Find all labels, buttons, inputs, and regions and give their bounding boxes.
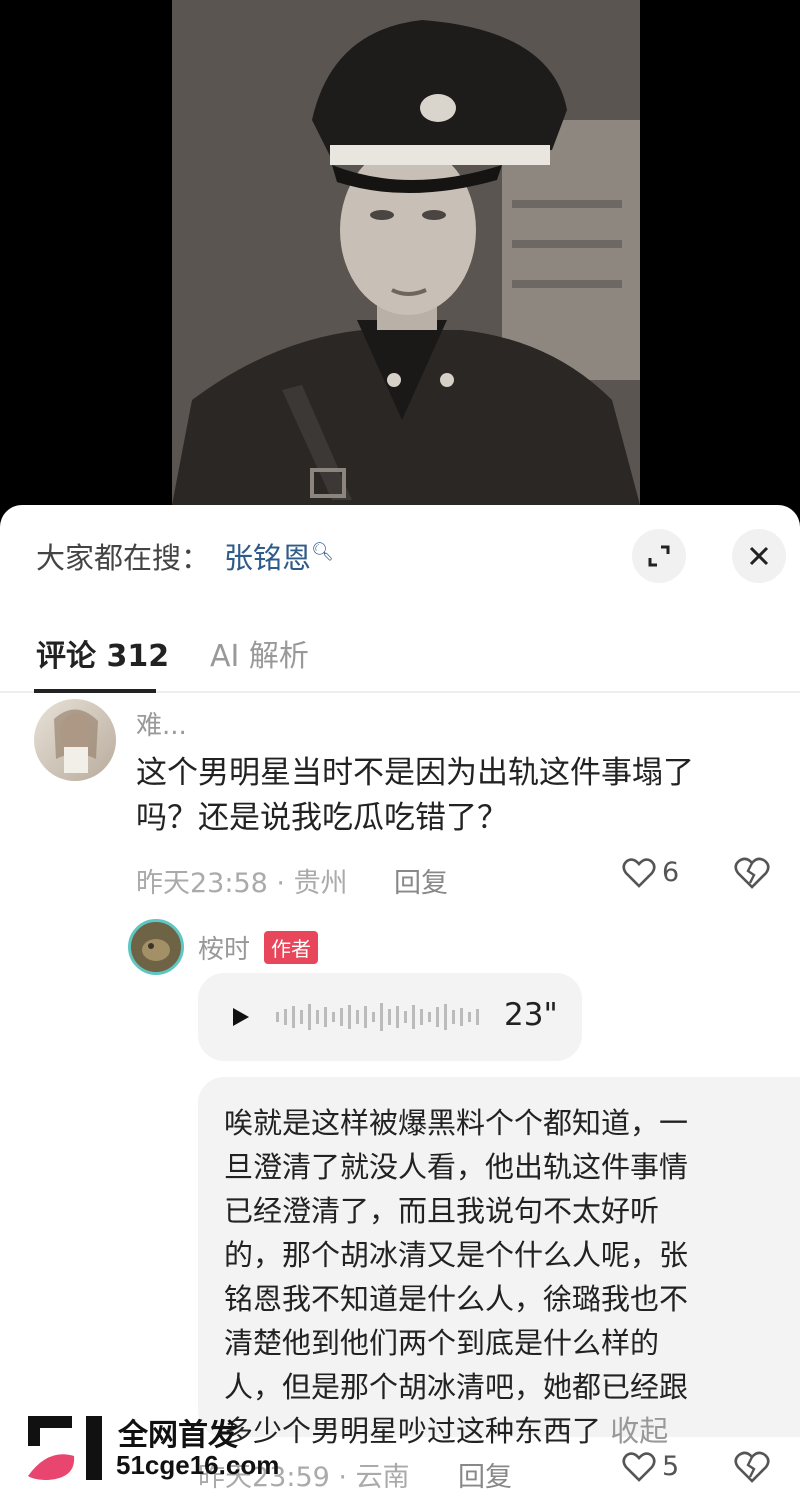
reply-avatar[interactable] [128,919,184,975]
heart-icon [622,1451,656,1482]
comment-text-line: 吗？还是说我吃瓜吃错了？ [136,800,508,836]
search-term[interactable]: 张铭恩 [224,541,311,575]
comment-time: 昨天23:58 [136,868,268,899]
search-suggestion[interactable]: 大家都在搜： 张铭恩🔍︎ [36,535,334,577]
author-badge: 作者 [264,931,318,964]
transcript-line: 已经澄清了，而且我说句不太好听 [224,1194,660,1228]
voice-message[interactable]: 23" [198,973,582,1061]
comment-text-line: 这个男明星当时不是因为出轨这件事塌了 [136,755,694,791]
watermark: 全网首发 51cge16.com [22,1410,322,1486]
reply-reply-button[interactable]: 回复 [458,1455,512,1492]
close-icon [749,546,769,566]
transcript-line: 清楚他到他们两个到底是什么样的 [224,1326,660,1360]
like-count: 6 [662,857,680,888]
comment-meta: 昨天23:58 · 贵州 [136,868,348,899]
comment-text: 这个男明星当时不是因为出轨这件事塌了 吗？还是说我吃瓜吃错了？ [136,751,776,841]
reply-like-button[interactable]: 5 [622,1451,679,1482]
reply-dislike-button[interactable] [734,1451,770,1487]
avatar-image [54,709,98,773]
tab-comments[interactable]: 评论 312 [36,631,169,675]
tab-bar: 评论 312 AI 解析 [0,615,800,693]
video-frame [172,0,640,505]
watermark-title: 全网首发 [118,1418,238,1453]
reply-location: 云南 [355,1462,410,1492]
like-button[interactable]: 6 [622,857,679,888]
play-icon[interactable] [228,1005,252,1029]
watermark-url: 51cge16.com [116,1450,280,1480]
broken-heart-icon [734,1451,770,1483]
collapse-button[interactable]: 收起 [610,1414,668,1448]
portrait-illustration [172,0,640,505]
voice-duration: 23" [504,997,558,1033]
transcript-line: 铭恩我不知道是什么人，徐璐我也不 [224,1282,689,1316]
reply-like-count: 5 [662,1451,680,1482]
comment-panel: 大家都在搜： 张铭恩🔍︎ 评论 312 AI 解析 难... 这个男明星当时不是因… [0,505,800,1492]
search-icon: 🔍︎ [311,541,334,563]
transcript-line: 唉就是这样被爆黑料个个都知道，一 [224,1106,689,1140]
avatar[interactable] [34,699,116,781]
expand-icon [648,545,670,567]
reply-avatar-image [131,922,181,972]
transcript-line: 旦澄清了就没人看，他出轨这件事情 [224,1150,689,1184]
video-area[interactable] [0,0,800,505]
comment-location: 贵州 [293,868,348,899]
transcript-bubble: 唉就是这样被爆黑料个个都知道，一 旦澄清了就没人看，他出轨这件事情 已经澄清了，… [198,1077,800,1448]
reply-button[interactable]: 回复 [394,861,448,900]
heart-icon [622,857,656,888]
watermark-logo [28,1416,102,1480]
reply-username[interactable]: 桉时 [198,929,250,966]
comment-username[interactable]: 难... [136,705,187,742]
close-button[interactable] [732,529,786,583]
search-label: 大家都在搜： [36,541,211,575]
active-tab-indicator [34,689,156,693]
dislike-button[interactable] [734,857,770,893]
transcript-line: 人，但是那个胡冰清吧，她都已经跟 [224,1370,689,1404]
transcript-text: 唉就是这样被爆黑料个个都知道，一 旦澄清了就没人看，他出轨这件事情 已经澄清了，… [224,1101,784,1453]
broken-heart-icon [734,857,770,889]
transcript-line: 的，那个胡冰清又是个什么人呢，张 [224,1238,689,1272]
waveform-icon [276,1003,479,1031]
tab-ai-analysis[interactable]: AI 解析 [210,631,309,675]
expand-button[interactable] [632,529,686,583]
